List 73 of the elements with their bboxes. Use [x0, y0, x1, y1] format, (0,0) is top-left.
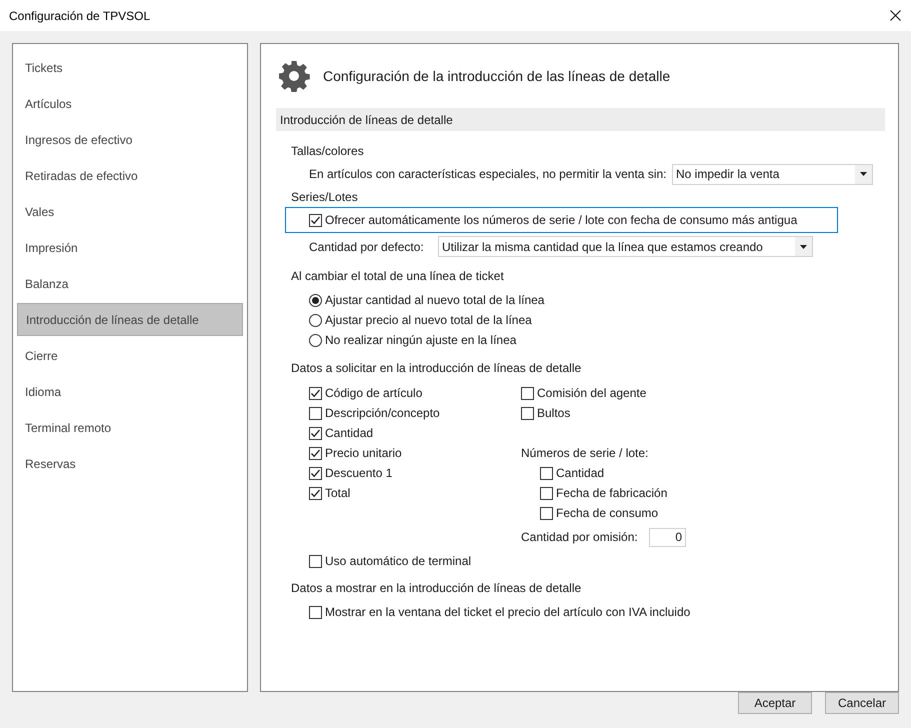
- field-label: Cantidad por defecto:: [309, 238, 425, 256]
- sidebar-item[interactable]: Terminal remoto: [17, 411, 243, 444]
- radio-button[interactable]: [309, 294, 322, 306]
- field-label: En artículos con características especiales, no permitir la venta sin:: [309, 166, 666, 183]
- field-label: Cantidad por omisión:: [521, 529, 639, 546]
- dropdown[interactable]: No impedir la venta: [672, 164, 873, 184]
- checkbox-option[interactable]: Código de artículo: [309, 383, 422, 403]
- checkbox-option[interactable]: Bultos: [521, 403, 570, 423]
- radio-button[interactable]: [309, 334, 322, 346]
- sidebar-item[interactable]: Idioma: [17, 375, 243, 408]
- checkbox-option[interactable]: Cantidad: [540, 463, 604, 483]
- radio-option[interactable]: Ajustar cantidad al nuevo total de la línea: [309, 290, 544, 310]
- checkbox[interactable]: [309, 406, 322, 420]
- sidebar-item[interactable]: Reservas: [17, 447, 243, 480]
- check-icon: [310, 448, 321, 458]
- group-heading: Números de serie / lote:: [521, 445, 648, 462]
- check-icon: [310, 468, 321, 478]
- sidebar-item[interactable]: Impresión: [17, 231, 243, 264]
- check-icon: [310, 488, 321, 498]
- checkbox[interactable]: [521, 406, 534, 420]
- sidebar-item[interactable]: Vales: [17, 195, 243, 228]
- checkbox-option[interactable]: Descripción/concepto: [309, 403, 440, 423]
- checkbox[interactable]: [309, 386, 322, 400]
- caret-icon: [800, 244, 807, 248]
- checkbox-option[interactable]: Precio unitario: [309, 443, 402, 463]
- group-heading: Series/Lotes: [291, 189, 358, 206]
- group-heading: Datos a solicitar en la introducción de líneas de detalle: [291, 360, 582, 377]
- group-heading: Al cambiar el total de una línea de ticket: [291, 268, 504, 285]
- close-icon[interactable]: [890, 10, 901, 21]
- checkbox-option[interactable]: Fecha de consumo: [540, 503, 658, 523]
- checkbox[interactable]: [540, 486, 553, 500]
- checkbox[interactable]: [540, 466, 553, 480]
- group-heading: Datos a mostrar en la introducción de líneas de detalle: [291, 580, 582, 597]
- sidebar-item[interactable]: Tickets: [17, 51, 243, 84]
- checkbox-option[interactable]: Uso automático de terminal: [309, 551, 472, 571]
- check-icon: [310, 214, 321, 226]
- dropdown[interactable]: Utilizar la misma cantidad que la línea que estamos creando: [438, 236, 813, 257]
- checkbox[interactable]: [309, 446, 322, 460]
- checkbox-option[interactable]: Comisión del agente: [521, 383, 646, 403]
- sidebar-item[interactable]: Cierre: [17, 339, 243, 372]
- checkbox-option[interactable]: Fecha de fabricación: [540, 483, 668, 503]
- section-header: Introducción de líneas de detalle: [276, 108, 885, 131]
- sidebar-item[interactable]: Introducción de líneas de detalle: [17, 303, 243, 336]
- dialog-button[interactable]: Aceptar: [738, 692, 812, 714]
- sidebar-item[interactable]: Artículos: [17, 87, 243, 120]
- page-title: Configuración de la introducción de las líneas de detalle: [323, 66, 670, 86]
- checkbox[interactable]: [309, 486, 322, 500]
- radio-button[interactable]: [309, 314, 322, 326]
- check-icon: [310, 428, 321, 438]
- gear-icon: [278, 60, 310, 92]
- checkbox[interactable]: [309, 214, 322, 226]
- checkbox-option[interactable]: Total: [309, 483, 350, 503]
- checkbox-option[interactable]: Cantidad: [309, 423, 374, 443]
- checkbox-option[interactable]: Mostrar en la ventana del ticket el precio del artículo con IVA incluido: [309, 602, 690, 622]
- check-icon: [310, 388, 321, 398]
- checkbox[interactable]: [309, 606, 322, 618]
- checkbox[interactable]: [309, 466, 322, 480]
- dialog-button[interactable]: Cancelar: [825, 692, 899, 714]
- checkbox[interactable]: [309, 554, 322, 568]
- radio-option[interactable]: Ajustar precio al nuevo total de la línea: [309, 310, 532, 330]
- checkbox[interactable]: [521, 386, 534, 400]
- number-field[interactable]: 0: [649, 528, 686, 546]
- group-heading: Tallas/colores: [291, 143, 364, 160]
- checkbox-option[interactable]: Descuento 1: [309, 463, 392, 483]
- caret-icon: [860, 172, 867, 176]
- checkbox-option[interactable]: Ofrecer automáticamente los números de serie / lote con fecha de consumo más antigua: [309, 210, 798, 230]
- sidebar-item[interactable]: Balanza: [17, 267, 243, 300]
- checkbox[interactable]: [540, 506, 553, 520]
- sidebar-item[interactable]: Ingresos de efectivo: [17, 123, 243, 156]
- checkbox[interactable]: [309, 426, 322, 440]
- window-title: Configuración de TPVSOL: [9, 8, 150, 24]
- radio-option[interactable]: No realizar ningún ajuste en la línea: [309, 330, 516, 350]
- sidebar-item[interactable]: Retiradas de efectivo: [17, 159, 243, 192]
